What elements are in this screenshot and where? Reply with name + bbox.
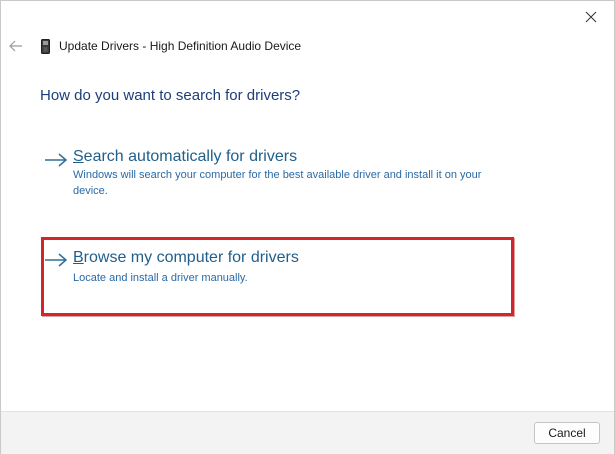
dialog-footer: Cancel [1,411,614,454]
audio-device-icon [41,39,50,54]
cancel-button[interactable]: Cancel [534,422,600,444]
arrow-right-icon [45,253,68,267]
option-title-text: earch automatically for drivers [83,148,298,165]
close-icon [585,11,596,23]
back-arrow-icon [9,40,22,52]
update-drivers-window: Update Drivers - High Definition Audio D… [0,0,615,454]
search-automatically-description: Windows will search your computer for th… [73,169,482,197]
search-automatically-title: Search automatically for drivers [73,148,297,166]
close-button[interactable] [567,1,614,33]
option-title-text: rowse my computer for drivers [83,249,299,266]
browse-computer-description: Locate and install a driver manually. [73,272,248,284]
browse-computer-title: Browse my computer for drivers [73,249,299,267]
search-automatically-option[interactable]: Search automatically for drivers Windows… [41,144,511,206]
dialog-header: Update Drivers - High Definition Audio D… [1,33,614,61]
arrow-right-icon [45,153,68,167]
access-key-letter: B [73,249,84,266]
back-button[interactable] [5,35,27,57]
dialog-title: Update Drivers - High Definition Audio D… [59,39,302,53]
browse-computer-option[interactable]: Browse my computer for drivers Locate an… [41,238,511,314]
search-question-heading: How do you want to search for drivers? [40,87,301,104]
access-key-letter: S [73,148,84,165]
